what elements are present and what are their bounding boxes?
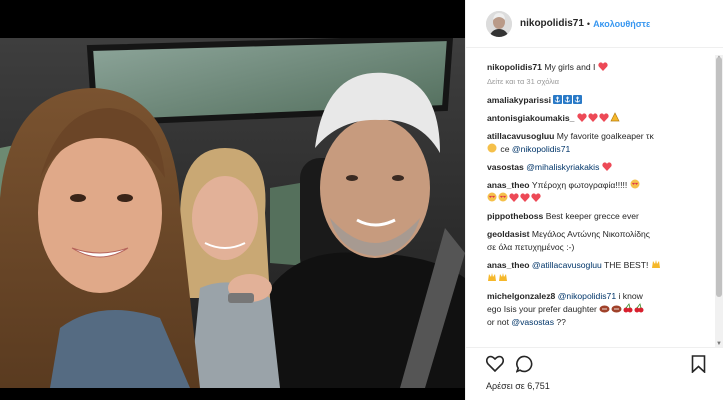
comment-text: Υπέροχη φωτογραφία!!!!! [531, 180, 628, 190]
comment-text: THE BEST! [604, 260, 649, 270]
likes-count[interactable]: Αρέσει σε 6,751 [486, 381, 550, 391]
post-photo[interactable] [0, 38, 465, 388]
comment-text-2: ego Isis your prefer daughter [487, 304, 597, 314]
comment-username[interactable]: amaliakyparissi [487, 95, 551, 105]
list-item: anas_theo @atillacavusogluu THE BEST! [487, 259, 704, 285]
heart-eyes-emoji-icon [630, 179, 640, 189]
anchor-emoji-icon [553, 95, 583, 105]
comment-mention[interactable]: @nikopolidis71 [512, 144, 570, 154]
comments-list: nikopolidis71 My girls and I Δείτε και τ… [466, 55, 714, 347]
post-side-panel: nikopolidis71 • Ακολουθήστε nikopolidis7… [465, 0, 723, 400]
comment-text: Μεγάλος Αντώνης Νικοπολίδης [531, 229, 650, 239]
raised-hands-emoji-row-icon [487, 273, 509, 283]
list-item: amaliakyparissi [487, 94, 704, 107]
comment-text-3: or not [487, 317, 509, 327]
comments-scrollbar[interactable]: ▲ ▼ [715, 55, 723, 347]
heart-outline-icon[interactable] [485, 355, 505, 374]
comment-username[interactable]: geoldasist [487, 229, 530, 239]
scroll-thumb[interactable] [716, 57, 722, 297]
list-item: vasostas @mihaliskyriakakis [487, 161, 704, 174]
list-item: michelgonzalez8 @nikopolidis71 i know eg… [487, 290, 704, 329]
follow-button[interactable]: Ακολουθήστε [593, 19, 650, 29]
caption: nikopolidis71 My girls and I [487, 61, 704, 74]
comment-text: Best keeper grecce ever [545, 211, 639, 221]
comment-username[interactable]: atillacavusogluu [487, 131, 554, 141]
family-selfie-image [0, 38, 465, 388]
comment-text-3b: ?? [556, 317, 566, 327]
comment-icon[interactable] [515, 355, 534, 375]
red-heart-icon [598, 62, 608, 71]
comment-username[interactable]: michelgonzalez8 [487, 291, 555, 301]
list-item: pippotheboss Best keeper grecce ever [487, 210, 704, 223]
heart-eyes-emoji-row-icon [487, 192, 542, 203]
comment-username[interactable]: antonisgiakoumakis_ [487, 113, 574, 123]
red-heart-icon [602, 162, 612, 171]
bookmark-icon[interactable] [691, 355, 706, 375]
caption-username[interactable]: nikopolidis71 [487, 62, 542, 72]
raised-hands-emoji-icon [651, 260, 660, 268]
avatar[interactable] [486, 10, 512, 37]
separator-dot: • [586, 18, 591, 29]
list-item: antonisgiakoumakis_ [487, 112, 704, 125]
comment-text-2: ce [500, 144, 510, 154]
muscle-emoji-icon [487, 143, 497, 153]
comment-mention-2[interactable]: @vasostas [511, 317, 554, 327]
comment-mention[interactable]: @nikopolidis71 [558, 291, 616, 301]
comment-text: My favorite goalkeaper τκ [556, 131, 654, 141]
comment-mention[interactable]: @atillacavusogluu [532, 260, 602, 270]
view-all-comments-link[interactable]: Δείτε και τα 31 σχόλια [487, 77, 704, 86]
football-cherries-emoji-icon [599, 303, 645, 314]
post-actions-bar: Αρέσει σε 6,751 [466, 347, 723, 400]
comment-text-2: σε όλα πετυχημένος :-) [487, 242, 575, 252]
header-username[interactable]: nikopolidis71 [520, 18, 584, 29]
comment-username[interactable]: anas_theo [487, 260, 530, 270]
comment-username[interactable]: pippotheboss [487, 211, 543, 221]
comment-username[interactable]: anas_theo [487, 180, 530, 190]
comment-mention[interactable]: @mihaliskyriakakis [526, 162, 599, 172]
comment-username[interactable]: vasostas [487, 162, 524, 172]
list-item: atillacavusogluu My favorite goalkeaper … [487, 130, 704, 156]
post-header: nikopolidis71 • Ακολουθήστε [466, 0, 723, 48]
caption-text: My girls and I [544, 62, 596, 72]
hearts-emoji-icon [577, 112, 621, 123]
post-photo-pane [0, 0, 465, 400]
comment-text: i know [618, 291, 643, 301]
list-item: geoldasist Μεγάλος Αντώνης Νικοπολίδης σ… [487, 228, 704, 254]
list-item: anas_theo Υπέροχη φωτογραφία!!!!! [487, 179, 704, 205]
